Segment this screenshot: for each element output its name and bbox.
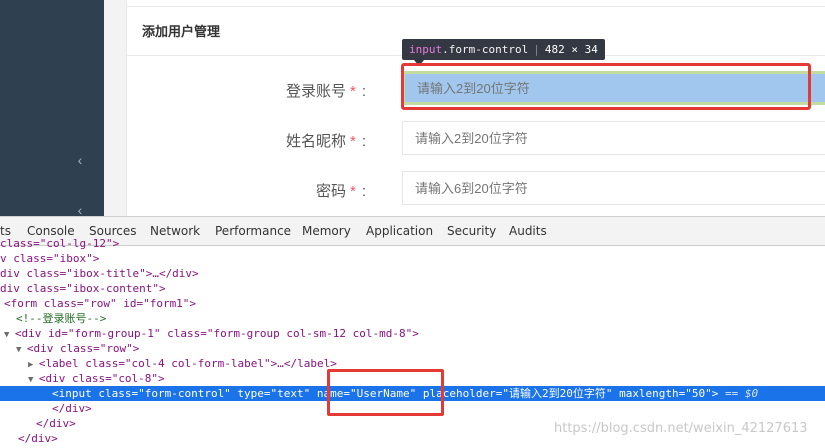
tab-security[interactable]: Security <box>447 217 496 246</box>
tab-network[interactable]: Network <box>150 217 200 246</box>
dom-tree-line[interactable]: <form class="row" id="form1"> <box>4 296 196 311</box>
field-label-nickname: 姓名昵称 *: <box>285 133 366 150</box>
highlight-box-name-attribute <box>327 369 444 416</box>
expand-triangle-icon[interactable]: ▼ <box>4 330 15 340</box>
chevron-left-icon[interactable]: ‹ <box>72 202 88 216</box>
chevron-left-icon[interactable]: ‹ <box>72 152 88 168</box>
devtools-tabbar: ts Console Sources Network Performance M… <box>0 217 825 246</box>
dom-tree-line[interactable]: div class="ibox-title">…</div> <box>0 266 199 281</box>
dom-tree-line[interactable]: ▼ <div class="col-8"> <box>28 371 165 386</box>
collapse-triangle-icon[interactable]: ▶ <box>28 360 39 370</box>
tab-audits[interactable]: Audits <box>509 217 547 246</box>
field-label-login-account: 登录账号 *: <box>285 83 366 100</box>
dom-tree-line[interactable]: ▶ <label class="col-4 col-form-label">…<… <box>28 356 337 371</box>
required-mark: * <box>349 183 356 200</box>
dom-tree-line[interactable]: </div> <box>36 416 76 431</box>
highlight-box-input <box>401 63 811 110</box>
dom-tree-line[interactable]: </div> <box>52 401 92 416</box>
expand-triangle-icon[interactable]: ▼ <box>28 375 39 385</box>
watermark: https://blog.csdn.net/weixin_42127613 <box>554 421 808 436</box>
dom-tree-line[interactable]: v class="ibox"> <box>0 251 99 266</box>
tab-performance[interactable]: Performance <box>215 217 291 246</box>
dom-tree-line[interactable]: ▼ <div class="row"> <box>16 341 139 356</box>
sidebar: ‹ ‹ <box>0 0 104 216</box>
nickname-input[interactable] <box>402 121 825 155</box>
dom-tree-comment[interactable]: <!--登录账号--> <box>16 311 106 326</box>
dom-tree-line[interactable]: </div> <box>18 431 58 446</box>
tab-application[interactable]: Application <box>366 217 433 246</box>
dom-tree-line[interactable]: class="col-lg-12"> <box>0 236 119 251</box>
password-input[interactable] <box>402 171 825 205</box>
required-mark: * <box>349 133 356 150</box>
field-label-password: 密码 *: <box>315 183 366 200</box>
tab-memory[interactable]: Memory <box>302 217 351 246</box>
inspector-tooltip: input.form-control | 482 × 34 <box>402 39 605 60</box>
dom-tree-line[interactable]: div class="ibox-content"> <box>0 281 166 296</box>
expand-triangle-icon[interactable]: ▼ <box>16 345 27 355</box>
required-mark: * <box>349 83 356 100</box>
dom-tree-line[interactable]: ▼ <div id="form-group-1" class="form-gro… <box>4 326 419 341</box>
